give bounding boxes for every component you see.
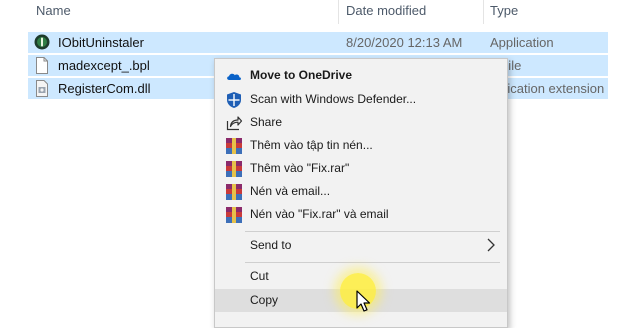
menu-item-compress-and-email[interactable]: Nén và email... — [215, 180, 507, 203]
windows-defender-icon — [225, 91, 243, 109]
menu-item-label: Scan with Windows Defender... — [250, 92, 417, 106]
file-date: 8/20/2020 12:13 AM — [346, 35, 463, 50]
share-icon — [225, 114, 243, 132]
menu-item-move-to-onedrive[interactable]: Move to OneDrive — [215, 64, 507, 87]
winrar-icon — [225, 206, 243, 224]
menu-item-label: Share — [250, 115, 283, 129]
column-divider[interactable] — [338, 0, 339, 24]
column-header: Name Date modified Type — [0, 0, 640, 26]
column-name[interactable]: Name — [36, 3, 71, 18]
file-type: Application — [490, 35, 554, 50]
menu-item-add-to-archive[interactable]: Thêm vào tập tin nén... — [215, 134, 507, 157]
menu-item-label: Nén và email... — [250, 184, 331, 198]
menu-separator — [245, 231, 500, 232]
column-type[interactable]: Type — [490, 3, 518, 18]
winrar-icon — [225, 183, 243, 201]
dll-file-icon — [34, 80, 50, 97]
menu-item-compress-fix-rar-and-email[interactable]: Nén vào "Fix.rar" và email — [215, 203, 507, 226]
menu-item-label: Thêm vào "Fix.rar" — [250, 161, 350, 175]
menu-separator — [245, 262, 500, 263]
menu-item-label: Cut — [250, 269, 269, 283]
menu-item-label: Nén vào "Fix.rar" và email — [250, 207, 389, 221]
winrar-icon — [225, 137, 243, 155]
chevron-right-icon — [485, 238, 497, 252]
column-date-modified[interactable]: Date modified — [346, 3, 426, 18]
menu-item-scan-defender[interactable]: Scan with Windows Defender... — [215, 88, 507, 111]
file-name: madexcept_.bpl — [58, 58, 150, 73]
menu-item-label: Thêm vào tập tin nén... — [250, 138, 373, 152]
file-name: RegisterCom.dll — [58, 81, 151, 96]
file-icon — [34, 57, 50, 74]
iobit-app-icon — [34, 34, 50, 51]
menu-item-add-to-fix-rar[interactable]: Thêm vào "Fix.rar" — [215, 157, 507, 180]
menu-item-label: Send to — [250, 238, 292, 252]
column-divider[interactable] — [483, 0, 484, 24]
mouse-pointer-icon — [356, 290, 374, 314]
menu-item-label: Copy — [250, 293, 279, 307]
menu-item-share[interactable]: Share — [215, 111, 507, 134]
file-row-iobituninstaler[interactable]: IObitUninstaler 8/20/2020 12:13 AM Appli… — [28, 32, 608, 53]
menu-item-send-to[interactable]: Send to — [215, 234, 507, 257]
winrar-icon — [225, 160, 243, 178]
onedrive-cloud-icon — [225, 67, 243, 85]
file-name: IObitUninstaler — [58, 35, 144, 50]
menu-item-label: Move to OneDrive — [250, 68, 353, 82]
